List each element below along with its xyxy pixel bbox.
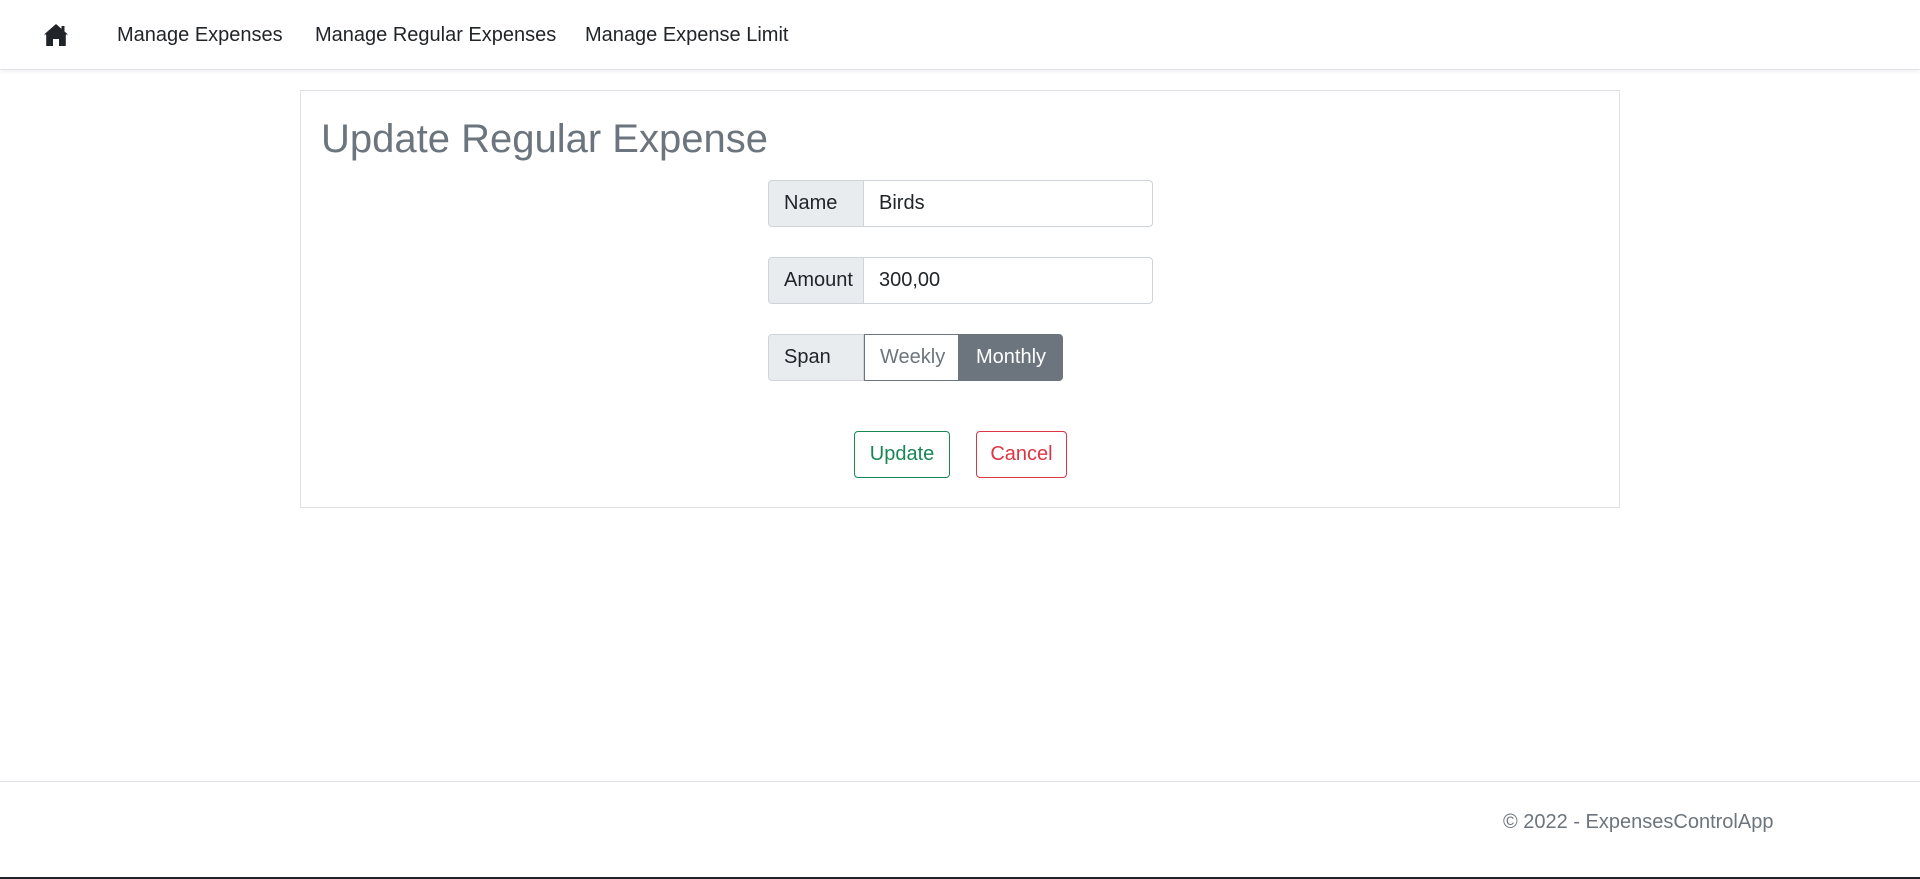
amount-input-group: Amount — [768, 257, 1153, 304]
nav-manage-expenses[interactable]: Manage Expenses — [117, 22, 283, 48]
name-label: Name — [768, 180, 864, 227]
cancel-button[interactable]: Cancel — [976, 431, 1067, 478]
span-input-group: Span Weekly Monthly — [768, 334, 1063, 381]
name-input-group: Name — [768, 180, 1153, 227]
footer-copyright: © 2022 - ExpensesControlApp — [1503, 811, 1774, 833]
span-monthly-toggle[interactable]: Monthly — [959, 334, 1063, 381]
footer: © 2022 - ExpensesControlApp — [0, 781, 1920, 877]
amount-input[interactable] — [864, 257, 1153, 304]
page-title: Update Regular Expense — [321, 117, 768, 161]
nav-manage-regular-expenses[interactable]: Manage Regular Expenses — [315, 22, 556, 48]
home-icon — [44, 24, 68, 46]
home-link[interactable] — [42, 22, 70, 48]
amount-label: Amount — [768, 257, 864, 304]
top-navbar: Manage Expenses Manage Regular Expenses … — [0, 0, 1920, 70]
nav-manage-expense-limit[interactable]: Manage Expense Limit — [585, 22, 788, 48]
update-expense-card: Update Regular Expense Name Amount Span … — [300, 90, 1620, 508]
update-button[interactable]: Update — [854, 431, 950, 478]
name-input[interactable] — [864, 180, 1153, 227]
span-weekly-toggle[interactable]: Weekly — [864, 334, 959, 381]
span-label: Span — [768, 334, 864, 381]
